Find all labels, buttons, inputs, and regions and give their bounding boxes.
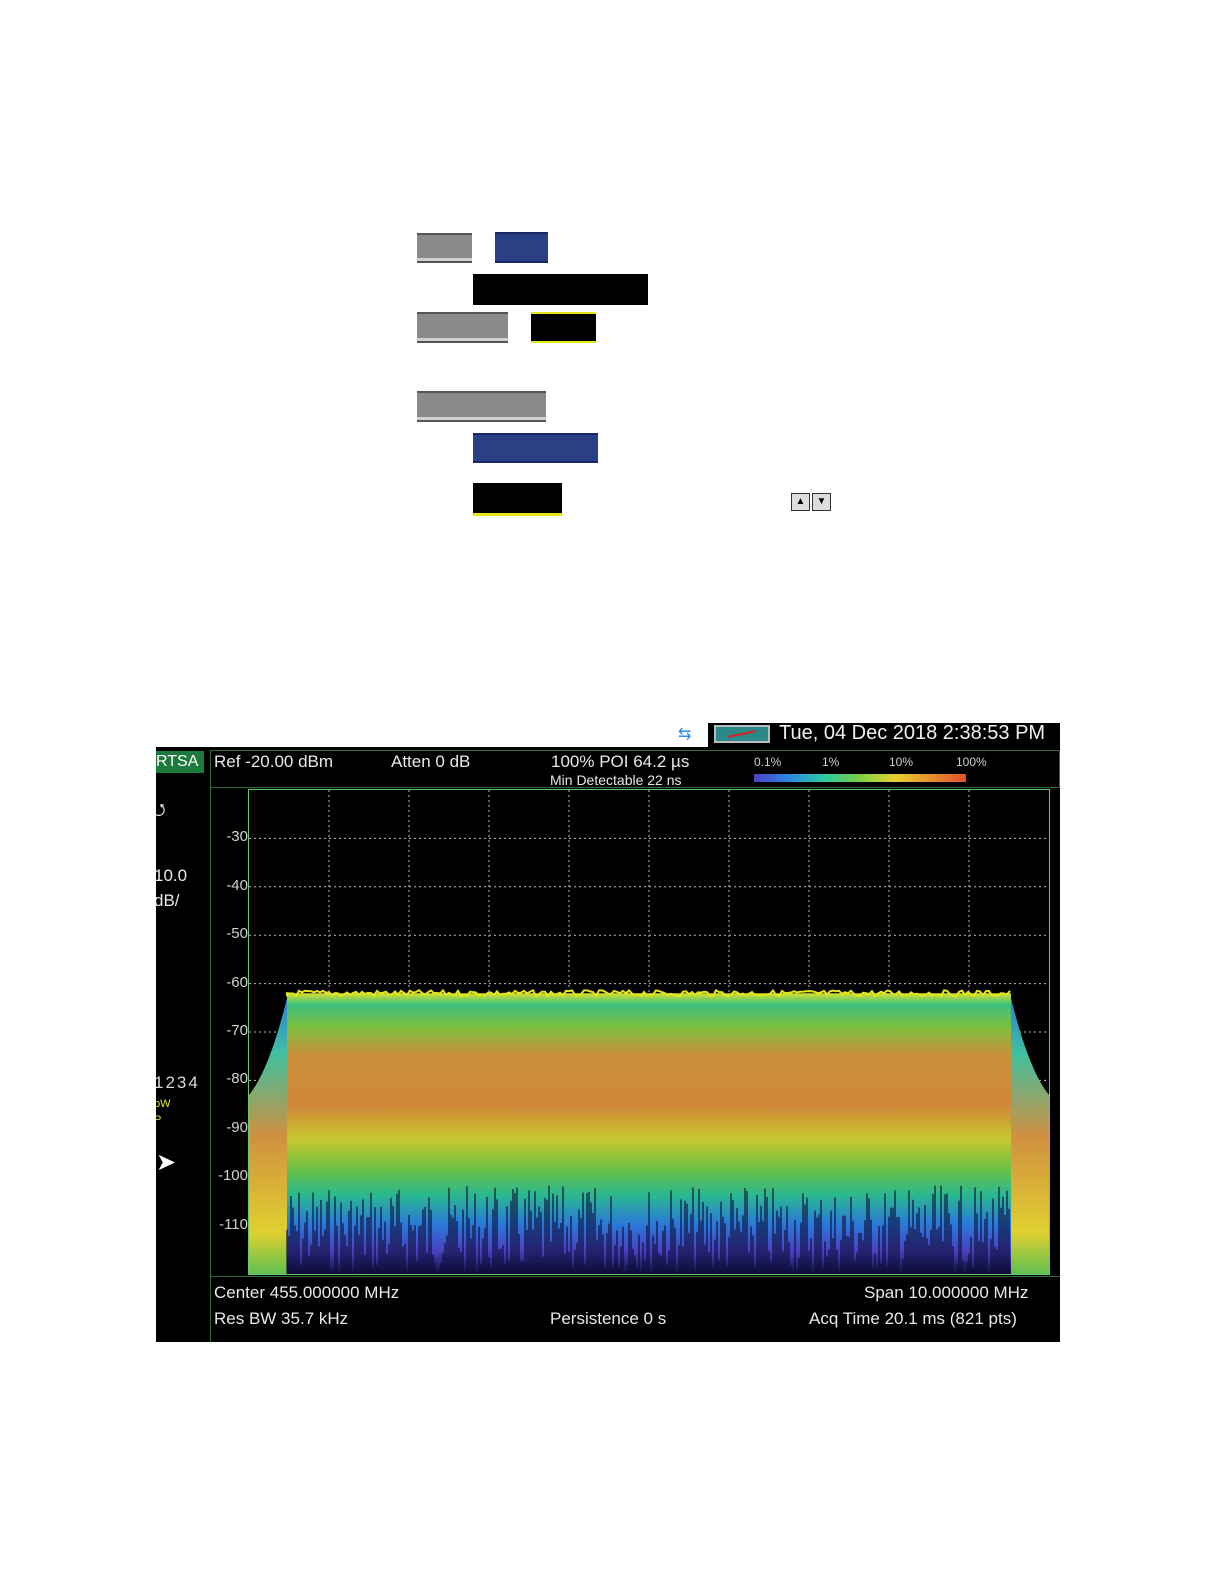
redacted-block (495, 232, 548, 263)
y-tick-label: -100 (217, 1167, 248, 1185)
colorbar-label: 1% (822, 755, 840, 769)
colorbar-label: 10% (889, 755, 914, 769)
poi-readout: 100% POI 64.2 µs (551, 752, 690, 771)
mode-label[interactable]: RTSA (156, 751, 204, 773)
network-icon: ⇆ (678, 726, 692, 743)
redacted-block (417, 312, 508, 343)
persistence[interactable]: Persistence 0 s (550, 1309, 666, 1329)
y-tick-label: -60 (226, 973, 248, 991)
spectrum-svg (249, 790, 1049, 1274)
mouse-cursor-icon: ➤ (156, 1149, 177, 1176)
down-arrow-icon[interactable]: ▼ (812, 493, 831, 511)
rotate-icon[interactable]: ⭯ (156, 799, 165, 826)
trace-flag: pW (156, 1098, 171, 1110)
redacted-block (417, 391, 546, 422)
signal-skirt-right (1011, 998, 1049, 1274)
attenuation[interactable]: Atten 0 dB (391, 752, 470, 772)
spectrum-plot (248, 789, 1050, 1275)
persistence-colorbar (754, 774, 966, 782)
redacted-block (531, 312, 596, 343)
y-tick-label: -40 (226, 876, 248, 894)
trace-numbers[interactable]: 1234 (156, 1073, 200, 1093)
colorbar-label: 100% (956, 755, 987, 769)
min-detectable: Min Detectable 22 ns (550, 772, 682, 788)
y-tick-label: -90 (226, 1118, 248, 1136)
redacted-block (473, 483, 562, 516)
y-tick-label: -70 (226, 1022, 248, 1039)
up-arrow-icon[interactable]: ▲ (791, 493, 810, 511)
ref-level[interactable]: Ref -20.00 dBm (214, 752, 333, 772)
y-tick-label: -30 (226, 828, 248, 846)
acq-time[interactable]: Acq Time 20.1 ms (821 pts) (809, 1309, 1017, 1329)
res-bw[interactable]: Res BW 35.7 kHz (214, 1309, 348, 1329)
colorbar-label: 0.1% (754, 755, 782, 769)
left-panel (156, 773, 211, 1342)
span[interactable]: Span 10.000000 MHz (864, 1283, 1028, 1303)
y-tick-label: -80 (226, 1070, 248, 1088)
scale-unit: dB/ (156, 891, 180, 910)
battery-icon (714, 725, 770, 743)
date-time: Tue, 04 Dec 2018 2:38:53 PM (779, 723, 1046, 744)
scale-value[interactable]: 10.0 (156, 866, 187, 886)
trace-flag: P (156, 1114, 162, 1126)
redacted-block (417, 233, 472, 263)
spectrum-analyzer-screen: ⇆ Tue, 04 Dec 2018 2:38:53 PM RTSA Ref -… (156, 723, 1060, 1342)
redacted-block (473, 433, 598, 463)
y-tick-label: -110 (219, 1215, 248, 1233)
status-bar: ⇆ Tue, 04 Dec 2018 2:38:53 PM (156, 723, 1060, 747)
signal-skirt-left (249, 998, 287, 1274)
y-tick-label: -50 (226, 925, 248, 943)
scroll-arrows[interactable]: ▲ ▼ (791, 493, 831, 511)
center-frequency[interactable]: Center 455.000000 MHz (214, 1283, 399, 1303)
redacted-block (473, 274, 648, 305)
